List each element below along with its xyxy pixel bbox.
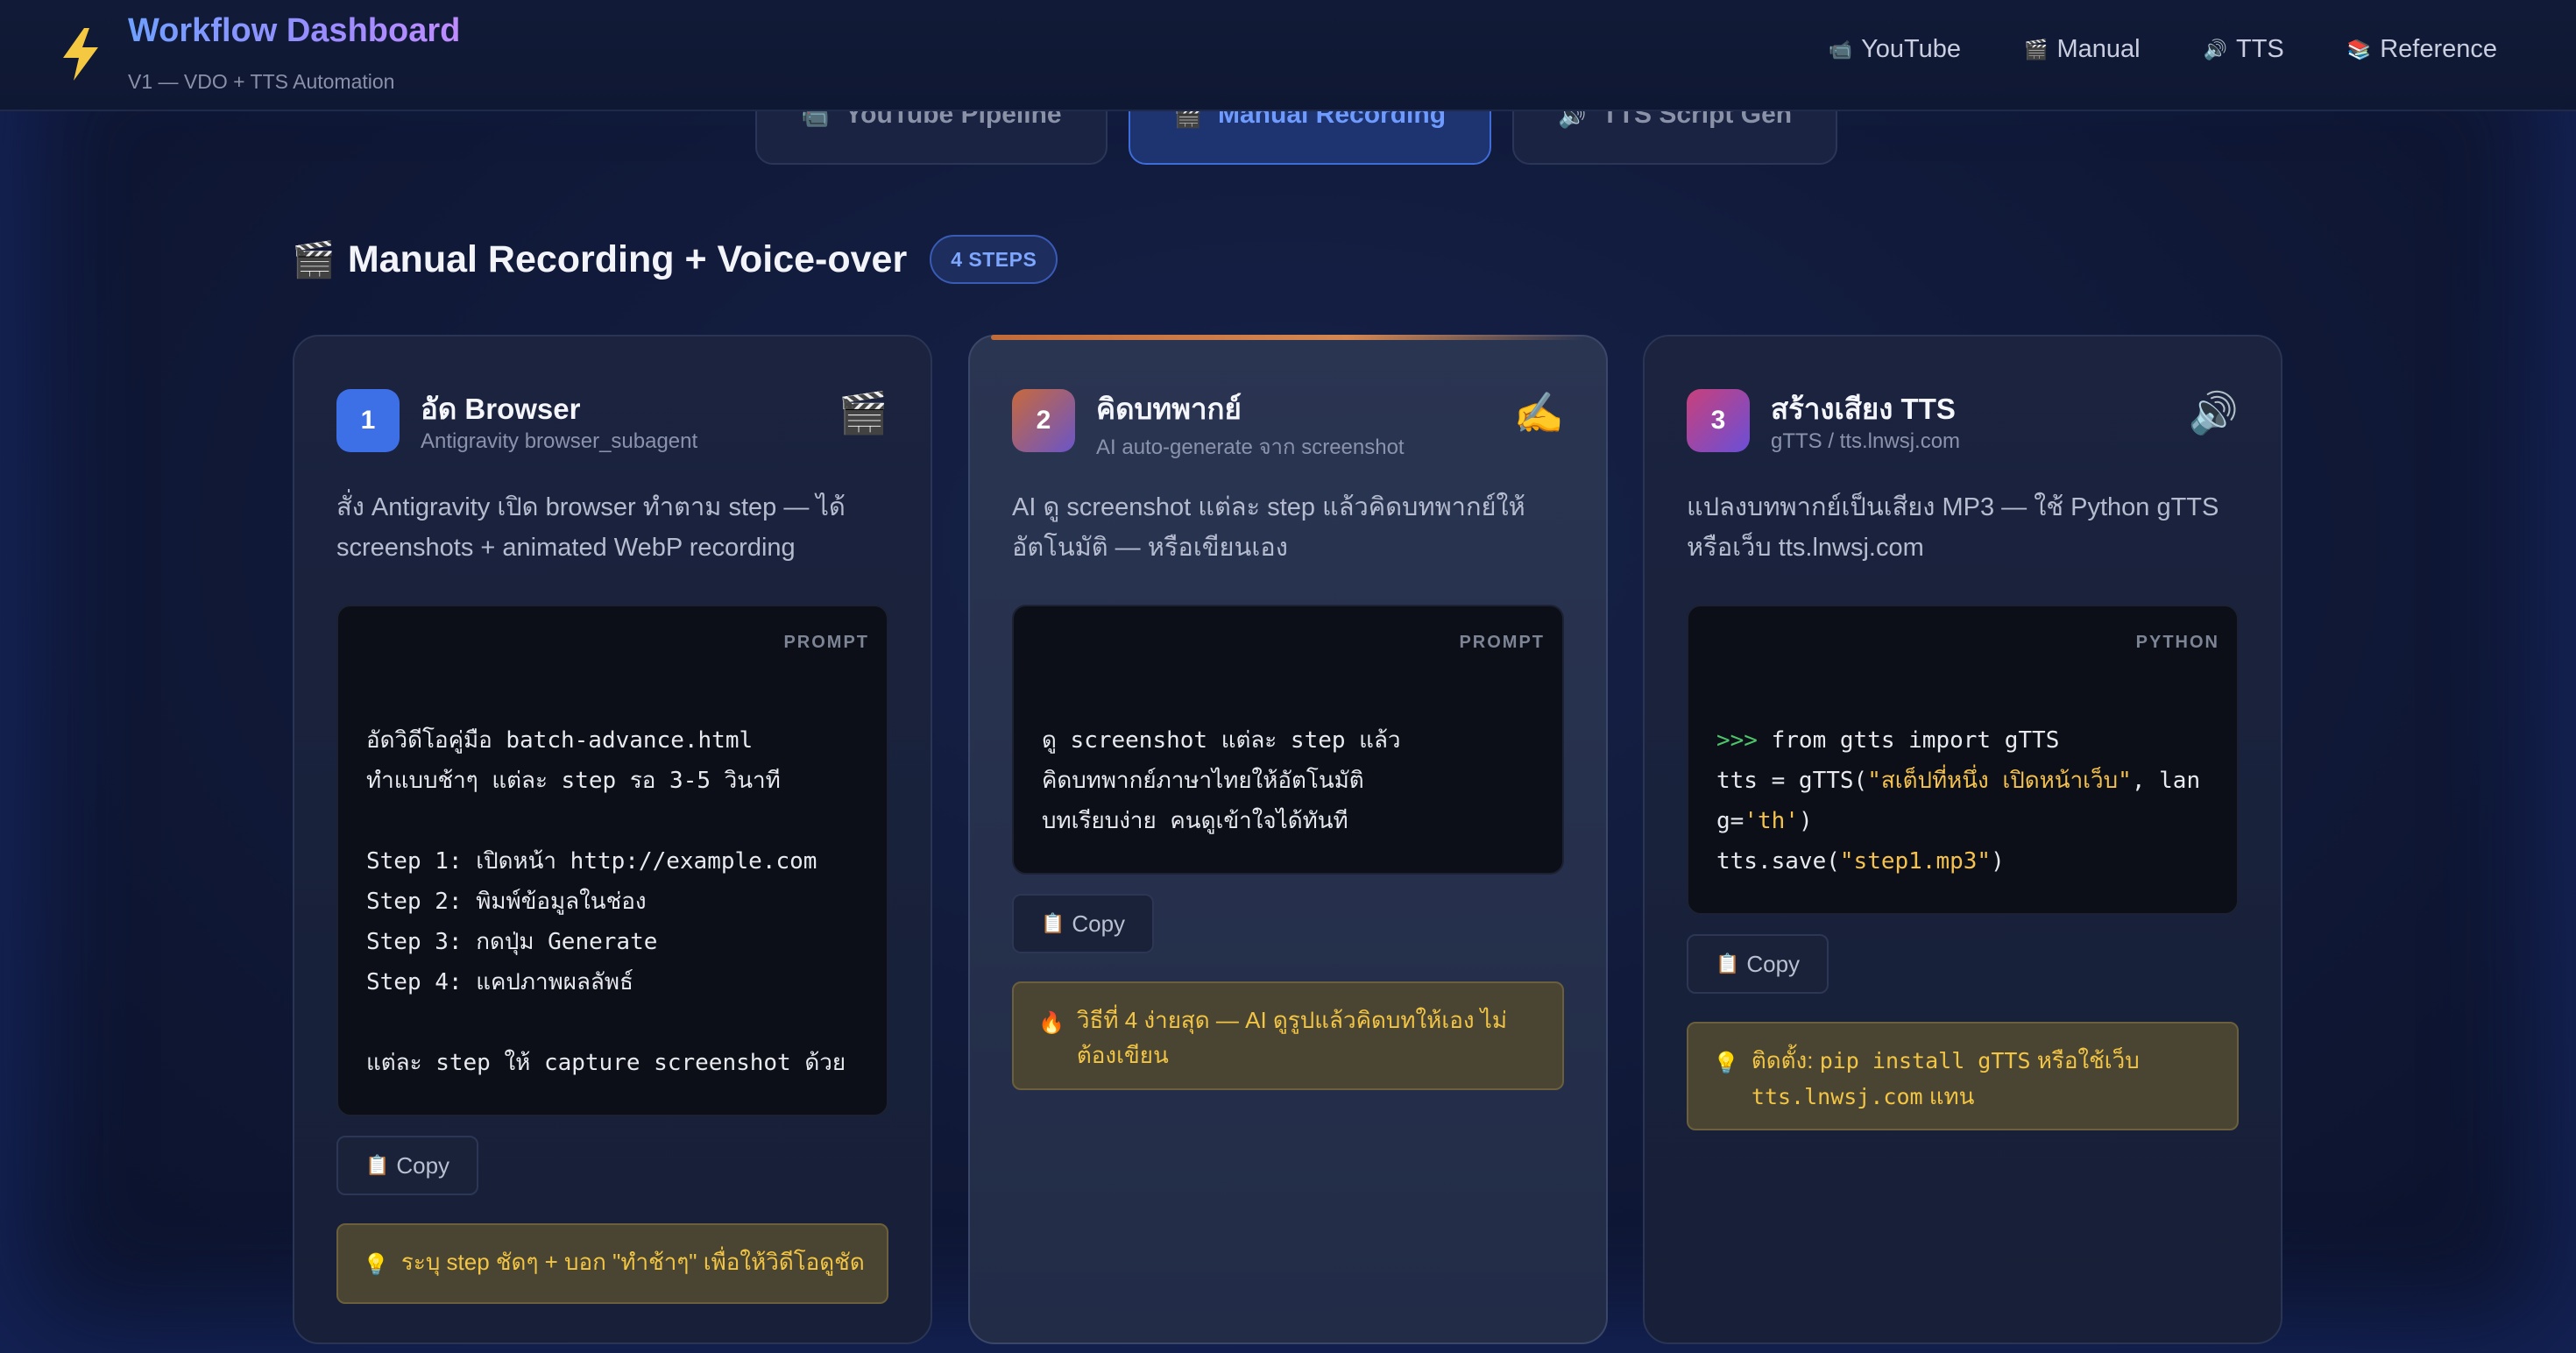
speaker-icon: 🔊 bbox=[2203, 38, 2227, 60]
copy-button[interactable]: 📋 Copy bbox=[1687, 934, 1829, 994]
nav-label: TTS bbox=[2236, 35, 2284, 63]
step-card-2: 2 คิดบทพากย์ AI auto-generate จาก screen… bbox=[968, 335, 1608, 1344]
code-text: tts = gTTS( bbox=[1716, 768, 1868, 794]
python-prompt: >>> bbox=[1716, 727, 1772, 754]
clipboard-icon: 📋 bbox=[1040, 912, 1065, 934]
code-line: บทเรียบง่าย คนดูเข้าใจได้ทันที bbox=[1042, 808, 1348, 834]
code-line: tts = gTTS("สเต็ปที่หนึ่ง เปิดหน้าเว็บ",… bbox=[1716, 761, 2209, 801]
step-subtitle: AI auto-generate จาก screenshot bbox=[1096, 436, 1405, 459]
code-line: tts.save("step1.mp3") bbox=[1716, 841, 2209, 882]
copy-label: Copy bbox=[396, 1151, 450, 1179]
step-subtitle: Antigravity browser_subagent bbox=[421, 429, 698, 453]
code-text: from gtts import gTTS bbox=[1771, 727, 2060, 754]
code-string: "step1.mp3" bbox=[1839, 848, 1992, 875]
tip-box: 💡 ติดตั้ง: pip install gTTS หรือใช้เว็บ … bbox=[1687, 1022, 2239, 1130]
code-line: แต่ละ step ให้ capture screenshot ด้วย bbox=[366, 1050, 846, 1076]
tip-text: วิธีที่ 4 ง่ายสุด — AI ดูรูปแล้วคิดบทให้… bbox=[1076, 1007, 1507, 1068]
books-icon: 📚 bbox=[2346, 38, 2372, 60]
tip-text: ติดตั้ง: pip install gTTS หรือใช้เว็บ tt… bbox=[1752, 1043, 2216, 1115]
code-string: "สเต็ปที่หนึ่ง เปิดหน้าเว็บ" bbox=[1867, 768, 2132, 794]
tip-box: 💡 ระบุ step ชัดๆ + บอก "ทำช้าๆ" เพื่อให้… bbox=[336, 1223, 888, 1304]
nav-manual[interactable]: 🎬 Manual bbox=[2024, 35, 2141, 64]
code-line: g='th') bbox=[1716, 801, 2209, 841]
tip-code: tts.lnwsj.com bbox=[1751, 1084, 1923, 1109]
tip-code: pip install gTTS bbox=[1819, 1048, 2031, 1073]
nav-tts[interactable]: 🔊 TTS bbox=[2204, 35, 2284, 64]
step-number-badge: 3 bbox=[1687, 389, 1750, 452]
step-subtitle: gTTS / tts.lnwsj.com bbox=[1771, 429, 1961, 453]
copy-label: Copy bbox=[1746, 950, 1801, 977]
code-line: Step 2: พิมพ์ข้อมูลในช่อง bbox=[366, 889, 647, 915]
code-text: tts.save( bbox=[1716, 848, 1840, 875]
writing-hand-icon: ✍️ bbox=[1513, 390, 1564, 436]
nav-reference[interactable]: 📚 Reference bbox=[2347, 35, 2497, 64]
clapperboard-icon: 🎬 bbox=[2024, 38, 2049, 60]
tip-text-part: แทน bbox=[1922, 1083, 1975, 1109]
tip-text: ระบุ step ชัดๆ + บอก "ทำช้าๆ" เพื่อให้วิ… bbox=[400, 1249, 865, 1275]
step-description: AI ดู screenshot แต่ละ step แล้วคิดบทพาก… bbox=[1012, 493, 1525, 562]
app-subtitle: V1 — VDO + TTS Automation bbox=[128, 70, 395, 93]
nav-label: YouTube bbox=[1861, 35, 1962, 63]
tip-text-part: หรือใช้เว็บ bbox=[2030, 1047, 2140, 1073]
lightning-bolt-icon bbox=[63, 28, 98, 81]
step-description: แปลงบทพากย์เป็นเสียง MP3 — ใช้ Python gT… bbox=[1687, 493, 2219, 562]
steps-badge: 4 STEPS bbox=[930, 235, 1058, 284]
clapperboard-icon: 🎬 bbox=[292, 240, 336, 280]
copy-label: Copy bbox=[1072, 910, 1126, 937]
section-title: Manual Recording + Voice-over bbox=[347, 237, 908, 280]
code-line: อัดวิดีโอคู่มือ batch-advance.html bbox=[366, 727, 754, 754]
step-title: อัด Browser bbox=[421, 393, 581, 425]
prompt-code-block[interactable]: PROMPT ดู screenshot แต่ละ step แล้ว คิด… bbox=[1012, 605, 1564, 875]
step-number-badge: 1 bbox=[336, 389, 400, 452]
step-title: สร้างเสียง TTS bbox=[1771, 393, 1956, 425]
clipboard-icon: 📋 bbox=[364, 1154, 390, 1176]
step-card-3: 3 สร้างเสียง TTS gTTS / tts.lnwsj.com 🔊 … bbox=[1643, 335, 2282, 1344]
code-line: >>> from gtts import gTTS bbox=[1716, 720, 2209, 761]
code-text: ) bbox=[1991, 848, 2005, 875]
nav-label: Reference bbox=[2380, 35, 2497, 63]
code-line: ทำแบบช้าๆ แต่ละ step รอ 3-5 วินาที bbox=[366, 768, 781, 794]
step-title: คิดบทพากย์ bbox=[1096, 393, 1242, 425]
code-text: g= bbox=[1716, 808, 1744, 834]
code-line: Step 1: เปิดหน้า http://example.com bbox=[366, 848, 817, 875]
lightbulb-icon: 💡 bbox=[363, 1253, 389, 1277]
code-line: คิดบทพากย์ภาษาไทยให้อัตโนมัติ bbox=[1042, 768, 1364, 794]
clipboard-icon: 📋 bbox=[1715, 953, 1740, 974]
top-header: Workflow Dashboard V1 — VDO + TTS Automa… bbox=[0, 0, 2576, 111]
python-code-block[interactable]: PYTHON >>> from gtts import gTTS tts = g… bbox=[1687, 605, 2239, 915]
code-language-tag: PROMPT bbox=[783, 633, 869, 652]
nav-label: Manual bbox=[2056, 35, 2141, 63]
clapperboard-icon: 🎬 bbox=[838, 390, 888, 436]
fire-icon: 🔥 bbox=[1038, 1011, 1065, 1035]
speaker-icon: 🔊 bbox=[2188, 390, 2239, 436]
copy-button[interactable]: 📋 Copy bbox=[336, 1136, 478, 1195]
copy-button[interactable]: 📋 Copy bbox=[1012, 894, 1154, 953]
code-language-tag: PROMPT bbox=[1459, 633, 1545, 652]
code-line: ดู screenshot แต่ละ step แล้ว bbox=[1042, 727, 1401, 754]
code-language-tag: PYTHON bbox=[2135, 633, 2219, 652]
code-line: Step 4: แคปภาพผลลัพธ์ bbox=[366, 969, 633, 995]
video-camera-icon: 📹 bbox=[1828, 38, 1853, 60]
code-line: Step 3: กดปุ่ม Generate bbox=[366, 929, 658, 955]
step-number-badge: 2 bbox=[1012, 389, 1075, 452]
active-card-accent bbox=[991, 335, 1585, 340]
step-description: สั่ง Antigravity เปิด browser ทำตาม step… bbox=[336, 493, 846, 562]
tip-text-part: ติดตั้ง: bbox=[1751, 1047, 1820, 1073]
section-heading: 🎬 Manual Recording + Voice-over 4 STEPS bbox=[292, 235, 1058, 284]
tip-box: 🔥 วิธีที่ 4 ง่ายสุด — AI ดูรูปแล้วคิดบทใ… bbox=[1012, 981, 1564, 1090]
app-title: Workflow Dashboard bbox=[128, 12, 461, 49]
lightbulb-icon: 💡 bbox=[1713, 1052, 1739, 1075]
step-card-1: 1 อัด Browser Antigravity browser_subage… bbox=[293, 335, 932, 1344]
code-string: 'th' bbox=[1744, 808, 1799, 834]
code-text: ) bbox=[1798, 808, 1813, 834]
code-text: , lan bbox=[2131, 768, 2201, 794]
nav-youtube[interactable]: 📹 YouTube bbox=[1829, 35, 1961, 64]
prompt-code-block[interactable]: PROMPT อัดวิดีโอคู่มือ batch-advance.htm… bbox=[336, 605, 888, 1116]
top-nav: 📹 YouTube 🎬 Manual 🔊 TTS 📚 Reference bbox=[1766, 35, 2497, 64]
